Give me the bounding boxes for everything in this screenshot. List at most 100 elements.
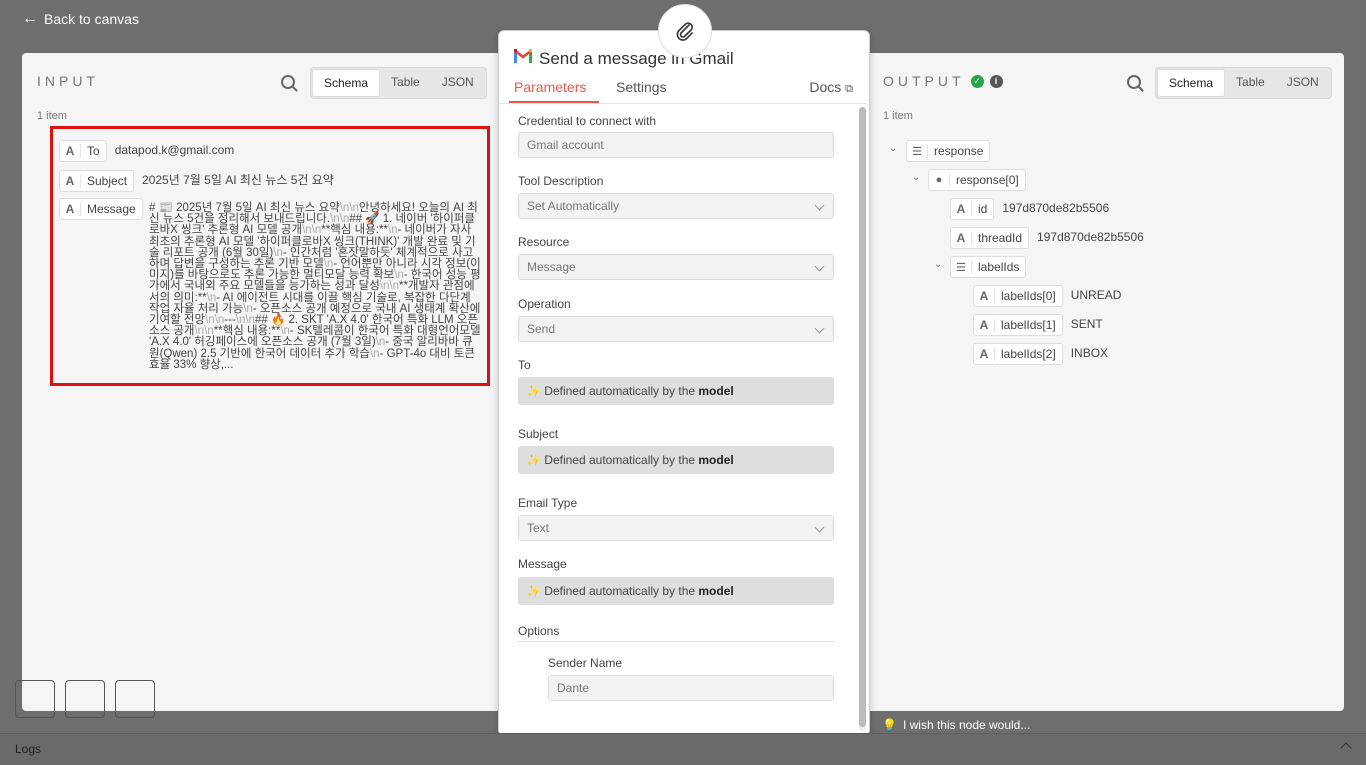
message-auto-field[interactable]: ✨ Defined automatically by the model bbox=[518, 577, 834, 605]
string-type-icon: A bbox=[60, 174, 81, 188]
node-parameters-modal: Send a message in Gmail Parameters Setti… bbox=[498, 30, 870, 736]
node-pill[interactable]: AthreadId bbox=[950, 227, 1030, 249]
zoom-out-button[interactable] bbox=[115, 680, 155, 718]
logs-bar[interactable]: Logs bbox=[0, 733, 1366, 765]
operation-select[interactable]: Send bbox=[518, 316, 834, 342]
zoom-in-button[interactable] bbox=[65, 680, 105, 718]
to-label: To bbox=[518, 358, 531, 372]
modal-title: Send a message in Gmail bbox=[539, 49, 734, 68]
tab-schema[interactable]: Schema bbox=[1157, 69, 1226, 97]
output-panel: OUTPUT ✓ i Schema Table JSON 1 item ⌄ ☰ r… bbox=[866, 53, 1344, 711]
sender-name-label: Sender Name bbox=[548, 656, 623, 670]
field-subject: A Subject 2025년 7월 5일 AI 최신 뉴스 5건 요약 bbox=[59, 170, 334, 192]
node-pill[interactable]: AlabelIds[2] bbox=[973, 343, 1063, 365]
feedback-label: I wish this node would... bbox=[902, 718, 1031, 732]
newline-marker: \n bbox=[369, 347, 380, 360]
node-key: threadId bbox=[978, 231, 1023, 245]
info-icon[interactable]: i bbox=[989, 74, 1003, 88]
tab-parameters[interactable]: Parameters bbox=[514, 79, 586, 95]
node-pill[interactable]: AlabelIds[0] bbox=[973, 285, 1063, 307]
scrollbar[interactable] bbox=[859, 107, 866, 731]
string-type-icon: A bbox=[974, 318, 995, 332]
credential-select[interactable]: Gmail account bbox=[518, 132, 834, 158]
tree-node-response0: ● response[0] bbox=[928, 169, 1026, 191]
output-header: OUTPUT ✓ i bbox=[883, 73, 1003, 89]
zoom-fit-button[interactable] bbox=[15, 680, 55, 718]
string-type-icon: A bbox=[951, 231, 972, 245]
node-key: labelIds bbox=[978, 260, 1020, 274]
subject-auto-field[interactable]: ✨ Defined automatically by the model bbox=[518, 446, 834, 474]
sender-name-input[interactable]: Dante bbox=[548, 675, 834, 701]
search-icon[interactable] bbox=[1127, 75, 1141, 89]
sparkle-icon: ✨ bbox=[526, 384, 541, 398]
scrollbar-thumb[interactable] bbox=[859, 107, 866, 727]
tab-schema[interactable]: Schema bbox=[312, 69, 381, 97]
tree-node-response: ☰ response bbox=[906, 140, 991, 162]
tab-json[interactable]: JSON bbox=[1276, 69, 1330, 97]
paperclip-icon bbox=[676, 22, 693, 41]
resource-select[interactable]: Message bbox=[518, 254, 834, 280]
search-icon[interactable] bbox=[281, 75, 295, 89]
node-value: SENT bbox=[1070, 317, 1103, 331]
node-value: 197d870de82b5506 bbox=[1037, 230, 1144, 244]
field-key: Subject bbox=[87, 174, 128, 188]
field-key-pill[interactable]: A To bbox=[59, 140, 107, 162]
node-pill[interactable]: ☰ response bbox=[906, 140, 991, 162]
success-check-icon: ✓ bbox=[970, 74, 984, 88]
tab-table[interactable]: Table bbox=[380, 69, 431, 97]
newline-marker: \n bbox=[387, 224, 398, 237]
list-icon: ☰ bbox=[907, 144, 928, 158]
node-pill[interactable]: Aid bbox=[950, 198, 995, 220]
auto-prefix: Defined automatically by the bbox=[544, 384, 696, 398]
input-view-tabs: Schema Table JSON bbox=[310, 67, 487, 99]
arrow-left-icon: ← bbox=[22, 10, 38, 27]
newline-marker: \n bbox=[273, 246, 283, 259]
node-value: 197d870de82b5506 bbox=[1002, 201, 1110, 215]
to-auto-field[interactable]: ✨ Defined automatically by the model bbox=[518, 377, 834, 405]
chevron-down-icon[interactable]: ⌄ bbox=[912, 172, 920, 183]
tree-node-id: Aid 197d870de82b5506 bbox=[950, 198, 1109, 220]
node-pill[interactable]: ☰ labelIds bbox=[950, 256, 1027, 278]
operation-label: Operation bbox=[518, 297, 571, 311]
tab-table[interactable]: Table bbox=[1225, 69, 1276, 97]
sparkle-icon: ✨ bbox=[526, 584, 541, 598]
object-icon: ● bbox=[929, 174, 950, 186]
tab-json[interactable]: JSON bbox=[431, 69, 485, 97]
tree-node-label-2: AlabelIds[2] INBOX bbox=[973, 343, 1108, 365]
sparkle-icon: ✨ bbox=[526, 453, 541, 467]
subject-label: Subject bbox=[518, 427, 559, 441]
newline-marker: \n bbox=[375, 336, 386, 349]
string-type-icon: A bbox=[951, 202, 972, 216]
newline-marker: \n\n bbox=[302, 224, 322, 237]
feedback-link[interactable]: 💡 I wish this node would... bbox=[882, 718, 1030, 732]
string-type-icon: A bbox=[974, 347, 995, 361]
auto-bold: model bbox=[698, 584, 734, 598]
node-pill[interactable]: AlabelIds[1] bbox=[973, 314, 1063, 336]
input-item-count: 1 item bbox=[37, 110, 67, 122]
message-label: Message bbox=[518, 557, 567, 571]
auto-bold: model bbox=[698, 453, 734, 467]
credential-label: Credential to connect with bbox=[518, 114, 657, 128]
node-value: INBOX bbox=[1070, 346, 1109, 360]
auto-prefix: Defined automatically by the bbox=[544, 584, 696, 598]
field-key-pill[interactable]: A Subject bbox=[59, 170, 135, 192]
node-key: response[0] bbox=[956, 173, 1019, 187]
tab-settings[interactable]: Settings bbox=[616, 79, 667, 95]
chevron-down-icon[interactable]: ⌄ bbox=[889, 143, 897, 154]
field-key-pill[interactable]: A Message bbox=[59, 198, 143, 220]
tool-description-select[interactable]: Set Automatically bbox=[518, 193, 834, 219]
select-value: Set Automatically bbox=[527, 199, 620, 213]
chevron-down-icon[interactable]: ⌄ bbox=[934, 259, 942, 270]
email-type-select[interactable]: Text bbox=[518, 515, 834, 541]
node-pill[interactable]: ● response[0] bbox=[928, 169, 1026, 191]
node-key: labelIds[0] bbox=[1001, 289, 1056, 303]
modal-tabs: Parameters Settings Docs ⧉ bbox=[499, 75, 867, 104]
field-key: Message bbox=[87, 202, 136, 216]
tree-node-threadid: AthreadId 197d870de82b5506 bbox=[950, 227, 1144, 249]
string-type-icon: A bbox=[974, 289, 995, 303]
chevron-up-icon[interactable] bbox=[1340, 742, 1352, 754]
select-value: Message bbox=[527, 260, 576, 274]
back-to-canvas-button[interactable]: ← Back to canvas bbox=[22, 10, 139, 28]
docs-link[interactable]: Docs ⧉ bbox=[809, 79, 853, 96]
output-view-tabs: Schema Table JSON bbox=[1155, 67, 1332, 99]
